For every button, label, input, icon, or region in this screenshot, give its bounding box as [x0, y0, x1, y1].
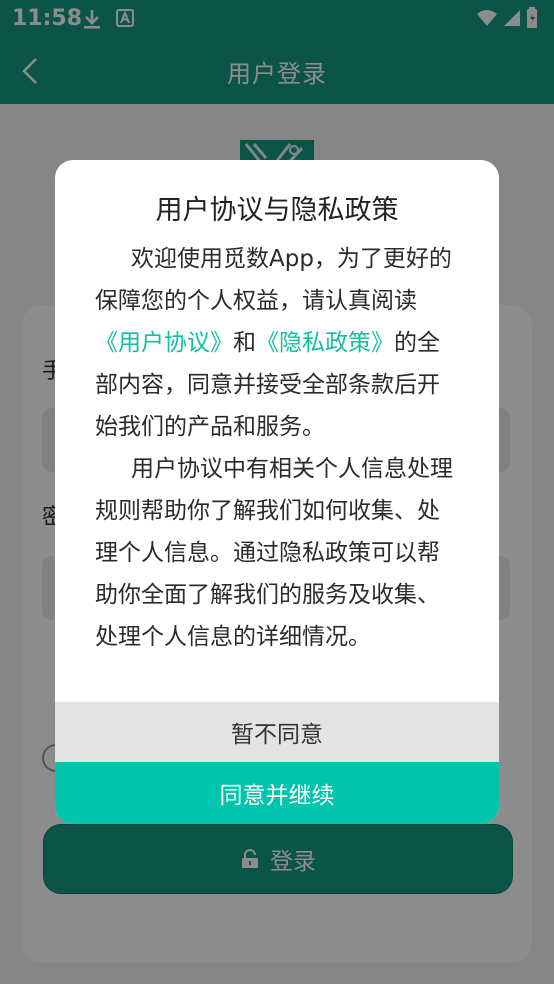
and-text: 和 — [233, 330, 256, 356]
dialog-paragraph-1: 欢迎使用觅数App，为了更好的保障您的个人权益，请认真阅读《用户协议》和《隐私政… — [95, 238, 459, 448]
user-agreement-link[interactable]: 《用户协议》 — [95, 330, 233, 356]
privacy-dialog: 用户协议与隐私政策 欢迎使用觅数App，为了更好的保障您的个人权益，请认真阅读《… — [55, 160, 499, 824]
dialog-title: 用户协议与隐私政策 — [155, 195, 399, 226]
para1-text-pre: 欢迎使用觅数App，为了更好的保障您的个人权益，请认真阅读 — [95, 246, 452, 314]
dialog-body: 欢迎使用觅数App，为了更好的保障您的个人权益，请认真阅读《用户协议》和《隐私政… — [95, 238, 459, 658]
decline-button[interactable]: 暂不同意 — [55, 702, 499, 762]
dialog-paragraph-2: 用户协议中有相关个人信息处理规则帮助你了解我们如何收集、处理个人信息。通过隐私政… — [95, 456, 453, 650]
accept-button[interactable]: 同意并继续 — [55, 762, 499, 824]
privacy-policy-link[interactable]: 《隐私政策》 — [256, 330, 394, 356]
